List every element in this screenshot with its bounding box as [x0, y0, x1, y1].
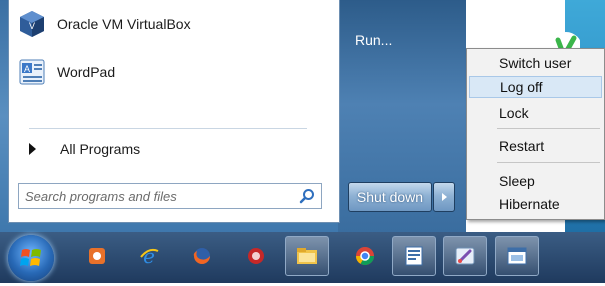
all-programs-label: All Programs [60, 141, 141, 157]
shutdown-button[interactable]: Shut down [348, 182, 432, 212]
file-explorer-icon [297, 248, 317, 264]
virtualbox-icon: V [20, 11, 44, 37]
media-player-icon [89, 248, 105, 264]
window-app-icon [507, 247, 527, 265]
pinned-item-virtualbox[interactable]: V Oracle VM VirtualBox [17, 8, 191, 40]
expand-arrow-icon [29, 143, 36, 155]
paint-icon [455, 247, 475, 265]
chrome-icon [356, 247, 374, 266]
pinned-item-label: WordPad [57, 64, 116, 80]
menu-separator [29, 128, 307, 129]
taskbar-internet-explorer[interactable]: e [127, 236, 171, 276]
power-options-menu: Switch user Log off Lock Restart Sleep H… [466, 48, 605, 220]
taskbar-app[interactable] [234, 236, 278, 276]
windows-logo-icon [20, 249, 41, 266]
pinned-item-label: Oracle VM VirtualBox [57, 16, 191, 32]
menu-item-log-off[interactable]: Log off [469, 76, 602, 98]
document-app-icon [405, 246, 423, 266]
wordpad-icon: A [19, 59, 45, 85]
menu-separator [497, 128, 600, 129]
pinned-item-wordpad[interactable]: A WordPad [17, 56, 115, 88]
internet-explorer-icon: e [140, 245, 159, 267]
taskbar-window-app[interactable] [495, 236, 539, 276]
menu-separator [497, 162, 600, 163]
taskbar-firefox[interactable] [180, 236, 224, 276]
search-input[interactable] [19, 187, 277, 205]
taskbar-document-app[interactable] [392, 236, 436, 276]
menu-item-sleep[interactable]: Sleep [469, 170, 602, 192]
menu-item-restart[interactable]: Restart [469, 135, 602, 157]
menu-item-lock[interactable]: Lock [469, 102, 602, 124]
svg-text:A: A [24, 64, 30, 74]
menu-item-hibernate[interactable]: Hibernate [469, 193, 602, 215]
taskbar-file-explorer[interactable] [285, 236, 329, 276]
search-icon[interactable] [299, 188, 315, 204]
search-box[interactable] [18, 183, 322, 209]
firefox-icon [193, 248, 210, 264]
app-red-icon [248, 248, 264, 264]
taskbar-chrome[interactable] [343, 236, 387, 276]
svg-text:V: V [29, 21, 35, 31]
menu-item-switch-user[interactable]: Switch user [469, 52, 602, 74]
chevron-right-icon [441, 193, 447, 201]
run-item[interactable]: Run... [355, 32, 392, 48]
shutdown-options-button[interactable] [433, 182, 455, 212]
taskbar-paint[interactable] [443, 236, 487, 276]
all-programs-button[interactable]: All Programs [29, 137, 140, 161]
svg-text:e: e [143, 245, 155, 267]
taskbar-media-player[interactable] [75, 236, 119, 276]
windows-start-orb[interactable] [8, 235, 54, 281]
